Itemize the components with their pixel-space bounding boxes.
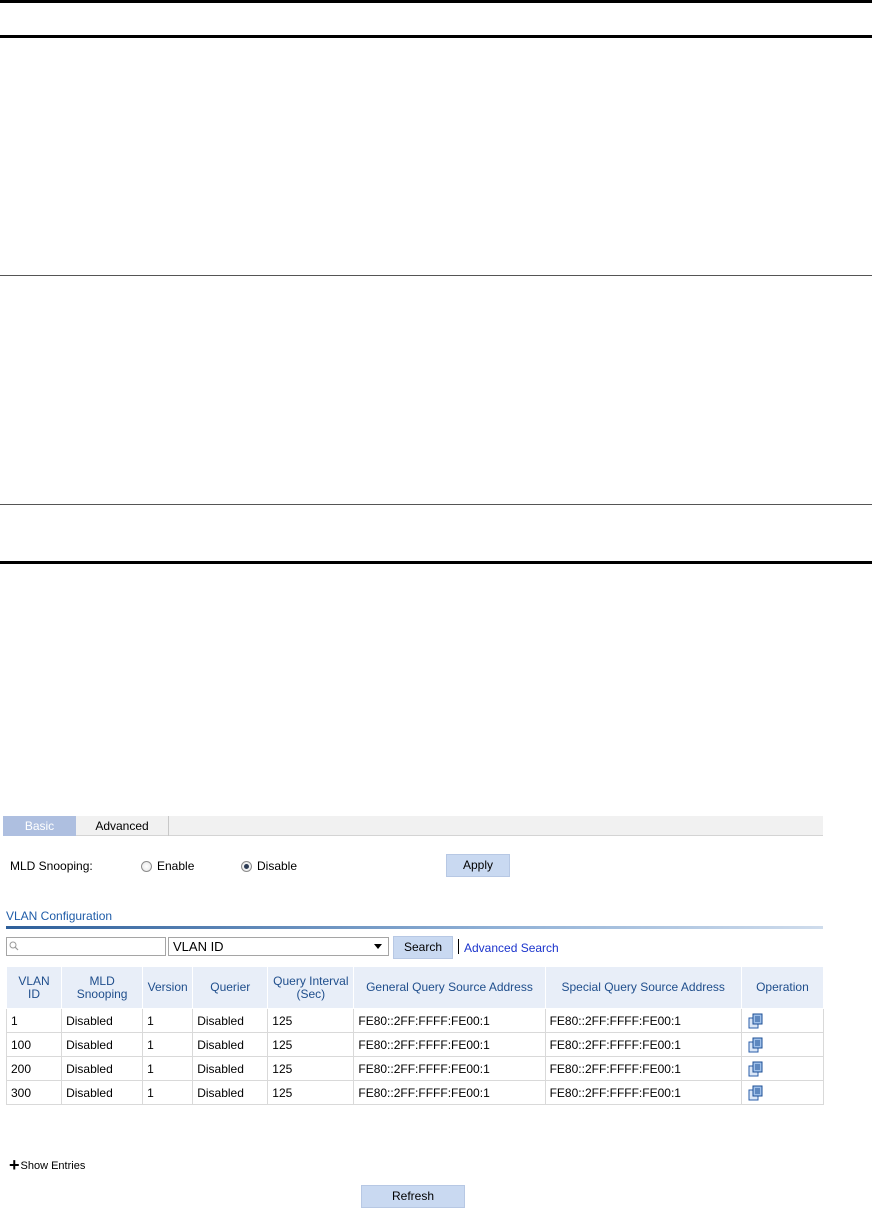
cell-operation bbox=[740, 1056, 825, 1081]
edit-icon[interactable] bbox=[748, 1061, 764, 1077]
mld-snooping-row: MLD Snooping: Enable Disable Apply bbox=[3, 854, 823, 878]
chevron-down-icon bbox=[374, 944, 382, 949]
vlan-configuration-title: VLAN Configuration bbox=[6, 909, 113, 923]
disable-option[interactable]: Disable bbox=[241, 859, 297, 873]
refresh-button[interactable]: Refresh bbox=[361, 1185, 465, 1208]
cell-vlan-id: 200 bbox=[5, 1056, 62, 1081]
cell-interval: 125 bbox=[267, 1056, 354, 1081]
row-divider bbox=[0, 504, 872, 505]
row-divider bbox=[0, 275, 872, 276]
disable-label: Disable bbox=[257, 859, 298, 873]
apply-button[interactable]: Apply bbox=[446, 854, 510, 877]
section-underline bbox=[6, 926, 823, 929]
cell-mld-snooping: Disabled bbox=[61, 1056, 143, 1081]
cell-special-addr: FE80::2FF:FFFF:FE00:1 bbox=[544, 1056, 742, 1081]
col-vlan-id: VLAN ID bbox=[5, 966, 63, 1009]
table-row: 200 Disabled 1 Disabled 125 FE80::2FF:FF… bbox=[5, 1056, 825, 1081]
cell-vlan-id: 100 bbox=[5, 1032, 62, 1057]
cell-version: 1 bbox=[142, 1032, 193, 1057]
show-entries-toggle[interactable]: + Show Entries bbox=[9, 1155, 86, 1175]
edit-icon[interactable] bbox=[748, 1013, 764, 1029]
table-row: 100 Disabled 1 Disabled 125 FE80::2FF:FF… bbox=[5, 1032, 825, 1057]
tab-bar: Basic Advanced bbox=[3, 816, 823, 836]
col-general-query-source: General Query Source Address bbox=[353, 966, 546, 1009]
cell-special-addr: FE80::2FF:FFFF:FE00:1 bbox=[544, 1008, 742, 1033]
cell-querier: Disabled bbox=[192, 1008, 268, 1033]
cell-special-addr: FE80::2FF:FFFF:FE00:1 bbox=[544, 1080, 742, 1105]
cell-interval: 125 bbox=[267, 1080, 354, 1105]
cell-operation bbox=[740, 1008, 825, 1033]
enable-radio[interactable] bbox=[141, 860, 152, 872]
tab-basic[interactable]: Basic bbox=[3, 816, 76, 836]
search-bar: VLAN ID Search Advanced Search bbox=[6, 936, 823, 959]
table-header-row: VLAN ID MLD Snooping Version Querier Que… bbox=[5, 966, 825, 1009]
col-special-query-source: Special Query Source Address bbox=[544, 966, 742, 1009]
cell-version: 1 bbox=[142, 1080, 193, 1105]
search-button[interactable]: Search bbox=[393, 936, 453, 959]
cell-vlan-id: 300 bbox=[5, 1080, 62, 1105]
header-rule bbox=[0, 35, 872, 38]
separator bbox=[458, 939, 459, 954]
tab-advanced[interactable]: Advanced bbox=[76, 816, 169, 836]
cell-operation bbox=[740, 1080, 825, 1105]
cell-operation bbox=[740, 1032, 825, 1057]
col-query-interval: Query Interval (Sec) bbox=[267, 966, 355, 1009]
enable-option[interactable]: Enable bbox=[141, 859, 194, 873]
table-row: 300 Disabled 1 Disabled 125 FE80::2FF:FF… bbox=[5, 1080, 825, 1105]
search-input[interactable] bbox=[6, 937, 166, 956]
search-field-select[interactable]: VLAN ID bbox=[168, 937, 389, 956]
cell-special-addr: FE80::2FF:FFFF:FE00:1 bbox=[544, 1032, 742, 1057]
cell-interval: 125 bbox=[267, 1008, 354, 1033]
cell-mld-snooping: Disabled bbox=[61, 1080, 143, 1105]
cell-querier: Disabled bbox=[192, 1032, 268, 1057]
cell-vlan-id: 1 bbox=[5, 1008, 62, 1033]
cell-general-addr: FE80::2FF:FFFF:FE00:1 bbox=[353, 1080, 546, 1105]
mld-snooping-label: MLD Snooping: bbox=[10, 859, 93, 873]
cell-general-addr: FE80::2FF:FFFF:FE00:1 bbox=[353, 1008, 546, 1033]
cell-querier: Disabled bbox=[192, 1056, 268, 1081]
advanced-search-link[interactable]: Advanced Search bbox=[464, 941, 559, 955]
col-querier: Querier bbox=[192, 966, 269, 1009]
search-icon bbox=[9, 941, 19, 951]
edit-icon[interactable] bbox=[748, 1037, 764, 1053]
edit-icon[interactable] bbox=[748, 1085, 764, 1101]
cell-interval: 125 bbox=[267, 1032, 354, 1057]
col-version: Version bbox=[142, 966, 194, 1009]
col-mld-snooping: MLD Snooping bbox=[61, 966, 144, 1009]
bottom-rule bbox=[0, 561, 872, 564]
show-entries-label: Show Entries bbox=[20, 1160, 86, 1172]
cell-mld-snooping: Disabled bbox=[61, 1008, 143, 1033]
vlan-table: VLAN ID MLD Snooping Version Querier Que… bbox=[5, 966, 825, 1105]
top-rule bbox=[0, 0, 872, 3]
cell-general-addr: FE80::2FF:FFFF:FE00:1 bbox=[353, 1032, 546, 1057]
mld-snooping-panel: Basic Advanced MLD Snooping: Enable Disa… bbox=[3, 816, 825, 1208]
cell-general-addr: FE80::2FF:FFFF:FE00:1 bbox=[353, 1056, 546, 1081]
cell-version: 1 bbox=[142, 1008, 193, 1033]
disable-radio[interactable] bbox=[241, 860, 252, 872]
search-field-value: VLAN ID bbox=[173, 939, 224, 954]
col-operation: Operation bbox=[740, 966, 825, 1009]
cell-version: 1 bbox=[142, 1056, 193, 1081]
cell-querier: Disabled bbox=[192, 1080, 268, 1105]
cell-mld-snooping: Disabled bbox=[61, 1032, 143, 1057]
plus-icon: + bbox=[9, 1155, 20, 1175]
table-row: 1 Disabled 1 Disabled 125 FE80::2FF:FFFF… bbox=[5, 1008, 825, 1033]
enable-label: Enable bbox=[157, 859, 195, 873]
